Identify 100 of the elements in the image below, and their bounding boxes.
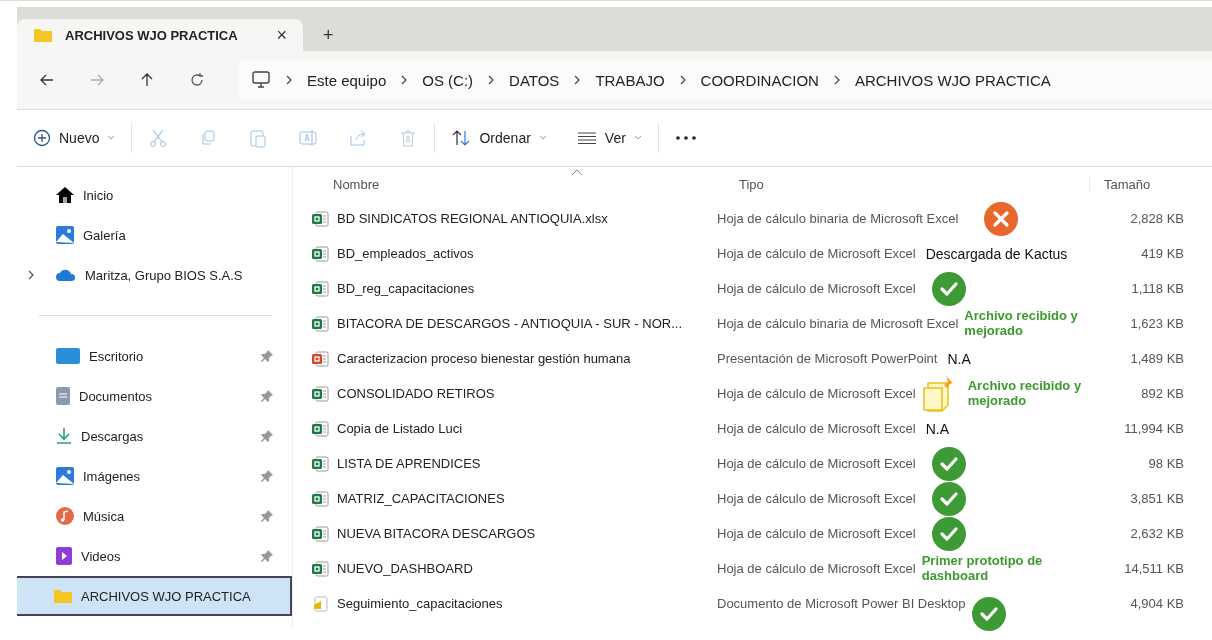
file-size: 1,623 KB — [1129, 316, 1184, 331]
file-size: 892 KB — [1140, 386, 1184, 401]
column-header[interactable]: Tipo — [731, 176, 1090, 192]
expand-chevron-icon[interactable] — [27, 270, 35, 280]
spreadsheet-file-icon — [311, 560, 329, 577]
file-size: 419 KB — [1140, 246, 1184, 261]
column-header[interactable]: Nombre — [311, 176, 731, 192]
breadcrumb[interactable]: ARCHIVOS WJO PRACTICA — [854, 71, 1051, 89]
sidebar-item[interactable]: Maritza, Grupo BIOS S.A.S — [17, 255, 292, 295]
sort-button[interactable]: Ordenar — [451, 129, 547, 147]
sidebar-item[interactable]: Escritorio — [17, 336, 292, 376]
file-name[interactable]: MATRIZ_CAPACITACIONES — [337, 491, 505, 506]
file-type: Hoja de cálculo binaria de Microsoft Excel — [717, 211, 959, 226]
more-icon[interactable] — [674, 135, 697, 141]
new-tab-button[interactable]: + — [319, 24, 338, 46]
sidebar-item[interactable]: Videos — [17, 536, 292, 576]
breadcrumb[interactable]: Este equipo — [307, 71, 387, 89]
cross-mark-icon — [984, 201, 1019, 236]
file-type: Documento de Microsoft Power BI Desktop — [717, 596, 966, 611]
close-tab-button[interactable]: × — [272, 24, 291, 46]
file-name[interactable]: NUEVO_DASHBOARD — [337, 561, 473, 576]
file-type: Hoja de cálculo de Microsoft Excel — [717, 561, 916, 576]
pin-icon[interactable] — [260, 389, 274, 403]
monitor-icon — [251, 71, 271, 89]
file-name[interactable]: NUEVA BITACORA DESCARGOS — [337, 526, 536, 541]
music-icon — [55, 506, 75, 526]
file-name[interactable]: Seguimiento_capacitaciones — [337, 596, 503, 611]
breadcrumb[interactable]: TRABAJO — [595, 71, 665, 89]
file-name[interactable]: BD_empleados_activos — [337, 246, 474, 261]
column-header[interactable]: Tamaño — [1090, 176, 1151, 192]
address-bar[interactable]: Este equipo OS (C:) DATOS TRABAJO COORDINACION ARCHIVOS WJO PRACTICA — [239, 60, 1212, 100]
chevron-icon — [285, 75, 293, 85]
file-type: Hoja de cálculo de Microsoft Excel — [717, 281, 916, 296]
file-size: 1,118 KB — [1130, 281, 1184, 296]
annotation-text: N.A — [925, 420, 950, 437]
cut-icon[interactable] — [148, 128, 169, 148]
check-mark-icon — [931, 271, 966, 306]
image-icon — [55, 466, 75, 486]
check-mark-icon — [931, 446, 966, 481]
up-icon[interactable] — [139, 72, 155, 88]
back-icon[interactable] — [39, 72, 55, 88]
file-type: Hoja de cálculo binaria de Microsoft Excel — [717, 316, 959, 331]
annotation-note: Primer prototipo de dashboard — [921, 553, 1044, 584]
pin-icon[interactable] — [260, 549, 274, 563]
sidebar-item[interactable]: Descargas — [17, 416, 292, 456]
spreadsheet-file-icon — [311, 420, 329, 437]
check-mark-icon — [931, 516, 966, 551]
download-icon — [55, 427, 73, 445]
chevron-icon — [832, 75, 841, 85]
spreadsheet-file-icon — [311, 245, 329, 262]
new-button[interactable]: Nuevo — [33, 129, 116, 147]
cloud-icon — [55, 268, 77, 282]
file-size: 2,632 KB — [1129, 526, 1184, 541]
pin-icon[interactable] — [260, 429, 274, 443]
rename-icon[interactable] — [298, 128, 319, 148]
sort-arrows-icon — [451, 129, 472, 147]
refresh-icon[interactable] — [189, 72, 205, 88]
check-mark-icon — [971, 596, 1006, 631]
breadcrumb[interactable]: COORDINACION — [700, 71, 819, 89]
file-name[interactable]: BD SINDICATOS REGIONAL ANTIOQUIA.xlsx — [337, 211, 608, 226]
caret-icon — [107, 135, 116, 141]
sidebar-item[interactable]: Música — [17, 496, 292, 536]
home-icon — [55, 186, 75, 204]
forward-icon[interactable] — [89, 72, 105, 88]
file-name[interactable]: BD_reg_capacitaciones — [337, 281, 475, 296]
video-icon — [55, 546, 73, 566]
file-type: Presentación de Microsoft PowerPoint — [717, 351, 938, 366]
chevron-icon — [678, 75, 687, 85]
sidebar-item[interactable]: Inicio — [17, 175, 292, 215]
file-name[interactable]: BITACORA DE DESCARGOS - ANTIOQUIA - SUR - NOR... — [337, 316, 683, 331]
presentation-file-icon — [311, 350, 329, 367]
folder-icon — [33, 27, 53, 43]
file-size: 98 KB — [1147, 456, 1184, 471]
pin-icon[interactable] — [260, 349, 274, 363]
document-icon — [55, 386, 71, 406]
spreadsheet-file-icon — [311, 385, 329, 402]
lines-icon — [576, 131, 597, 145]
view-button[interactable]: Ver — [576, 130, 642, 146]
pin-icon[interactable] — [260, 469, 274, 483]
caret-icon — [538, 135, 547, 141]
file-size: 11,994 KB — [1123, 421, 1184, 436]
pin-icon[interactable] — [260, 509, 274, 523]
spreadsheet-file-icon — [311, 280, 329, 297]
paste-icon[interactable] — [248, 128, 269, 148]
chevron-icon — [400, 75, 409, 85]
tab[interactable]: ARCHIVOS WJO PRACTICA × — [17, 19, 303, 51]
file-name[interactable]: Caracterizacion proceso bienestar gestión humana — [337, 351, 631, 366]
folder-icon — [53, 588, 73, 604]
sidebar-item[interactable]: Imágenes — [17, 456, 292, 496]
check-mark-icon — [931, 481, 966, 516]
breadcrumb[interactable]: DATOS — [509, 71, 560, 89]
file-name[interactable]: LISTA DE APRENDICES — [337, 456, 481, 471]
sidebar-item[interactable]: Documentos — [17, 376, 292, 416]
file-name[interactable]: Copia de Listado Luci — [337, 421, 463, 436]
sidebar-item[interactable]: Galería — [17, 215, 292, 255]
file-name[interactable]: CONSOLIDADO RETIROS — [337, 386, 495, 401]
sidebar-item[interactable]: ARCHIVOS WJO PRACTICA — [17, 576, 292, 616]
breadcrumb[interactable]: OS (C:) — [422, 71, 474, 89]
annotation-text: Descargada de Kactus — [925, 245, 1068, 262]
file-type: Hoja de cálculo de Microsoft Excel — [717, 456, 916, 471]
